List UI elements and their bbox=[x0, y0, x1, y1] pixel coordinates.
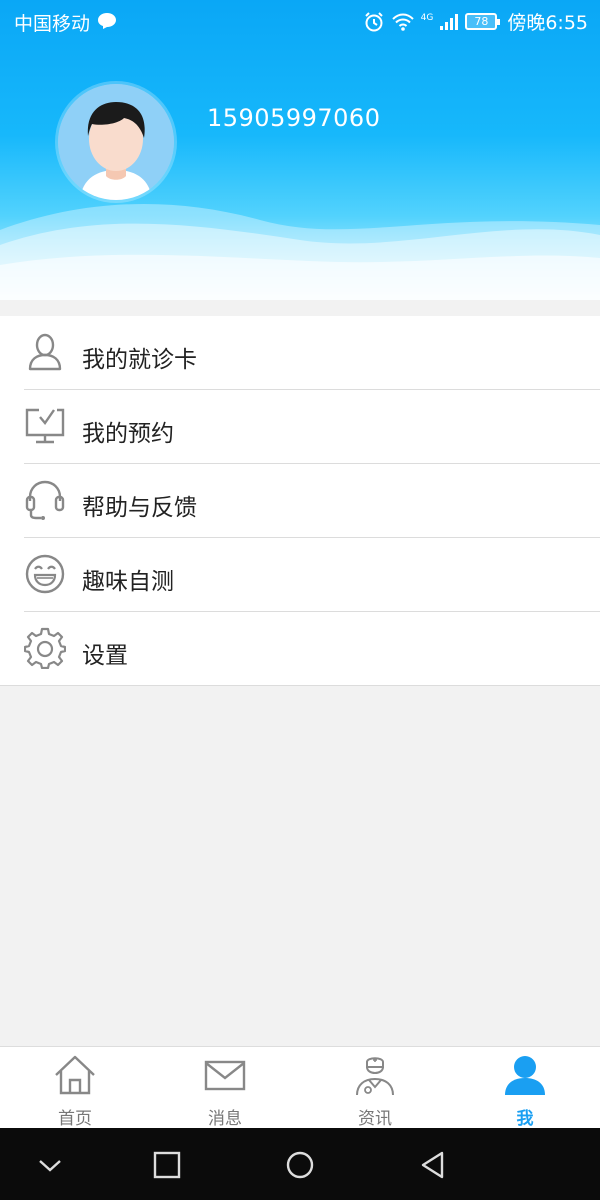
alarm-icon bbox=[364, 11, 383, 31]
battery-level: 78 bbox=[474, 15, 489, 28]
phone-number[interactable]: 15905997060 bbox=[207, 104, 380, 132]
menu-label: 我的就诊卡 bbox=[82, 347, 197, 373]
tab-label: 消息 bbox=[208, 1109, 242, 1129]
person-card-icon bbox=[28, 333, 62, 371]
smiley-icon bbox=[25, 554, 65, 594]
tab-messages[interactable]: 消息 bbox=[150, 1047, 300, 1129]
tab-me[interactable]: 我 bbox=[450, 1047, 600, 1129]
home-icon bbox=[55, 1055, 95, 1095]
wifi-icon bbox=[391, 13, 414, 31]
doctor-icon bbox=[356, 1057, 394, 1096]
chat-bubble-icon bbox=[98, 13, 116, 29]
tab-label: 资讯 bbox=[358, 1109, 392, 1129]
tab-news[interactable]: 资讯 bbox=[300, 1047, 450, 1129]
profile-header: 中国移动 4G 78 傍晚6:55 15905997060 bbox=[0, 0, 600, 300]
signal-icon bbox=[440, 13, 459, 30]
mail-icon bbox=[204, 1060, 246, 1091]
settings-menu: 我的就诊卡 我的预约 帮助与反馈 趣味自测 设置 bbox=[0, 316, 600, 686]
menu-label: 帮助与反馈 bbox=[82, 495, 197, 521]
network-type: 4G bbox=[420, 12, 434, 23]
menu-item-help-feedback[interactable]: 帮助与反馈 bbox=[0, 464, 600, 538]
system-navigation-bar bbox=[0, 1128, 600, 1200]
user-icon bbox=[505, 1056, 545, 1095]
gear-icon bbox=[24, 627, 66, 669]
chevron-down-icon[interactable] bbox=[35, 1150, 65, 1180]
menu-label: 我的预约 bbox=[82, 421, 174, 447]
menu-item-appointments[interactable]: 我的预约 bbox=[0, 390, 600, 464]
menu-item-self-test[interactable]: 趣味自测 bbox=[0, 538, 600, 612]
bottom-tab-bar: 首页 消息 资讯 我 bbox=[0, 1046, 600, 1129]
menu-item-settings[interactable]: 设置 bbox=[0, 612, 600, 686]
headset-icon bbox=[25, 480, 65, 520]
status-right-group: 4G 78 傍晚6:55 bbox=[363, 8, 588, 35]
wave-decoration bbox=[0, 203, 600, 300]
back-icon[interactable] bbox=[418, 1150, 448, 1180]
divider bbox=[0, 685, 600, 686]
status-time: 傍晚6:55 bbox=[507, 12, 588, 34]
home-circle-icon[interactable] bbox=[285, 1150, 315, 1180]
recent-apps-icon[interactable] bbox=[152, 1150, 182, 1180]
menu-label: 趣味自测 bbox=[82, 569, 174, 595]
avatar[interactable] bbox=[58, 84, 174, 200]
carrier-name: 中国移动 bbox=[14, 13, 91, 35]
tab-home[interactable]: 首页 bbox=[0, 1047, 150, 1129]
appointment-screen-icon bbox=[25, 408, 65, 444]
battery-indicator: 78 bbox=[465, 13, 501, 30]
status-bar: 中国移动 4G 78 傍晚6:55 bbox=[0, 0, 600, 42]
menu-label: 设置 bbox=[82, 643, 128, 669]
tab-label: 首页 bbox=[58, 1109, 92, 1129]
tab-label: 我 bbox=[516, 1109, 534, 1129]
avatar-illustration bbox=[58, 84, 174, 200]
menu-item-clinic-card[interactable]: 我的就诊卡 bbox=[0, 316, 600, 390]
